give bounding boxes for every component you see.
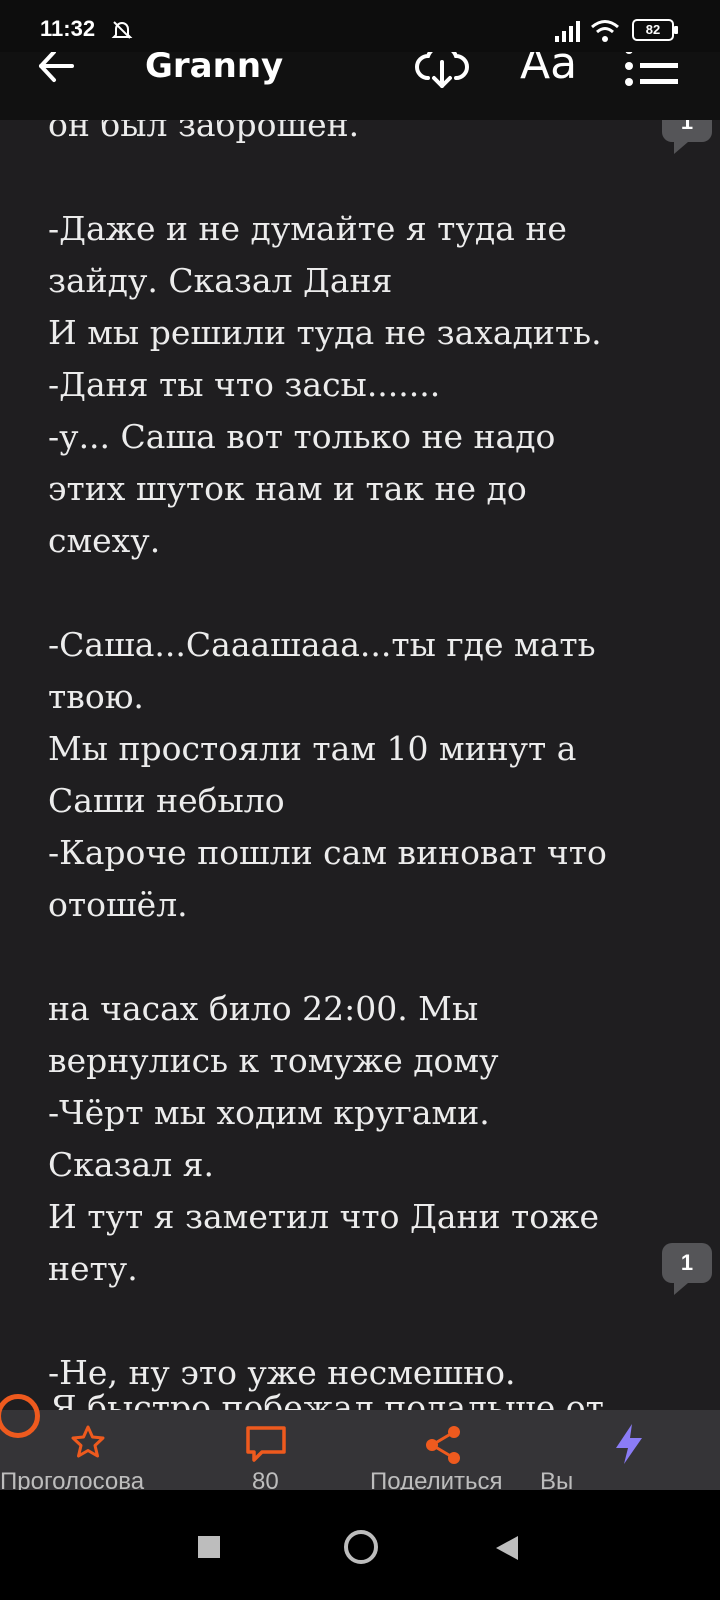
comments-count: 80 bbox=[252, 1468, 279, 1490]
story-title: Granny bbox=[145, 46, 284, 86]
mute-bell-icon bbox=[111, 21, 133, 39]
back-triangle-icon[interactable] bbox=[494, 1534, 520, 1562]
status-time: 11:32 bbox=[40, 16, 96, 41]
status-bar: 11:32 82 bbox=[0, 0, 720, 52]
story-text: он был заброшен. -Даже и не думайте я туд… bbox=[48, 99, 668, 1399]
story-line: на часах било 22:00. Мы bbox=[48, 989, 479, 1028]
story-line: -Чёрт мы ходим кругами. bbox=[48, 1093, 490, 1132]
story-line: Мы простояли там 10 минут а bbox=[48, 729, 577, 768]
star-icon bbox=[71, 1425, 105, 1458]
story-line: отошёл. bbox=[48, 885, 188, 924]
boost-label: Вы bbox=[540, 1468, 574, 1490]
paragraph-comment-count[interactable]: 1 bbox=[662, 1243, 712, 1295]
vote-label: Проголосова bbox=[0, 1468, 145, 1490]
battery-level: 82 bbox=[645, 22, 661, 37]
battery-icon: 82 bbox=[632, 19, 678, 41]
story-line: этих шуток нам и так не до bbox=[48, 469, 527, 508]
story-line: -Даня ты что засы....... bbox=[48, 365, 441, 404]
boost-button[interactable]: Вы bbox=[540, 1410, 720, 1490]
bottom-action-bar: Проголосова 80 Поделиться Вы bbox=[0, 1410, 720, 1490]
share-icon bbox=[426, 1426, 460, 1464]
story-line: -у... Саша вот только не надо bbox=[48, 417, 556, 456]
comments-button[interactable]: 80 bbox=[180, 1410, 360, 1490]
story-line: Саши небыло bbox=[48, 781, 285, 820]
share-label: Поделиться bbox=[370, 1468, 503, 1490]
story-overflow-line: Я быстро побежал подальше от bbox=[50, 1388, 604, 1410]
story-line: -Кароче пошли сам виноват что bbox=[48, 833, 607, 872]
home-icon[interactable] bbox=[342, 1528, 380, 1566]
signal-icon bbox=[555, 21, 580, 42]
system-navigation-bar bbox=[0, 1490, 720, 1600]
comment-bubble-icon bbox=[246, 1426, 286, 1462]
story-line: Сказал я. bbox=[48, 1145, 214, 1184]
wifi-icon bbox=[591, 20, 619, 42]
story-line: И мы решили туда не захадить. bbox=[48, 313, 602, 352]
story-line: И тут я заметил что Дани тоже bbox=[48, 1197, 599, 1236]
lightning-icon bbox=[616, 1424, 642, 1464]
back-arrow-icon[interactable] bbox=[36, 46, 76, 86]
story-line: -Саша...Сааашааа...ты где мать bbox=[48, 625, 596, 664]
recent-apps-icon[interactable] bbox=[196, 1534, 222, 1560]
story-line: твою. bbox=[48, 677, 144, 716]
story-line: вернулись к томуже дому bbox=[48, 1041, 499, 1080]
story-line: нету. bbox=[48, 1249, 138, 1288]
share-button[interactable]: Поделиться bbox=[360, 1410, 540, 1490]
story-line: зайду. Сказал Даня bbox=[48, 261, 393, 300]
story-line: -Даже и не думайте я туда не bbox=[48, 209, 567, 248]
story-line: смеху. bbox=[48, 521, 161, 560]
